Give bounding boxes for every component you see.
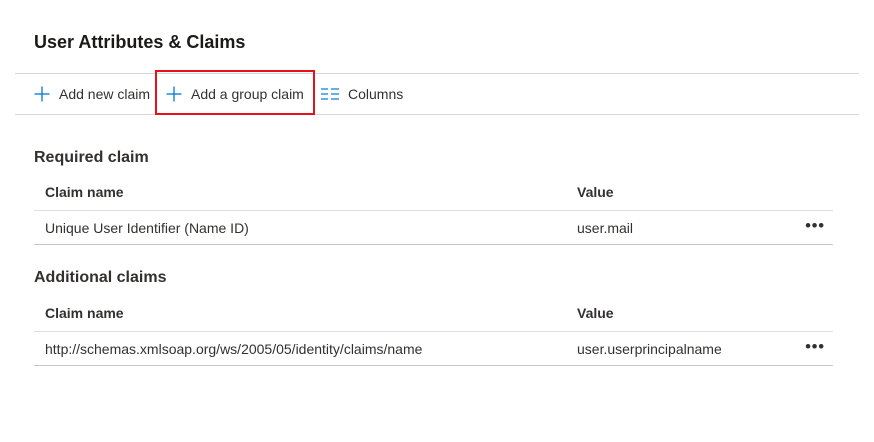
table-row[interactable]: Unique User Identifier (Name ID) user.ma… (34, 211, 833, 245)
table-header: Claim name Value (34, 174, 833, 211)
table-row[interactable]: http://schemas.xmlsoap.org/ws/2005/05/id… (34, 332, 833, 366)
required-claim-heading: Required claim (34, 149, 149, 166)
columns-icon (321, 88, 339, 100)
add-new-claim-label: Add new claim (59, 86, 151, 102)
columns-button[interactable]: Columns (321, 74, 403, 114)
more-options-icon[interactable]: ••• (805, 338, 825, 355)
add-new-claim-button[interactable]: Add new claim (34, 74, 150, 114)
column-header-value: Value (577, 305, 614, 321)
claim-value-cell: user.userprincipalname (577, 340, 722, 357)
command-bar: Add new claim Add a group claim Columns (15, 73, 859, 115)
claim-name-cell: http://schemas.xmlsoap.org/ws/2005/05/id… (45, 340, 423, 357)
add-group-claim-label: Add a group claim (191, 86, 304, 102)
plus-icon (166, 86, 182, 102)
additional-claims-heading: Additional claims (34, 269, 167, 286)
add-group-claim-button[interactable]: Add a group claim (166, 74, 304, 114)
column-header-claim-name: Claim name (45, 305, 124, 321)
claim-value-cell: user.mail (577, 219, 634, 236)
required-claims-table: Claim name Value Unique User Identifier … (34, 174, 833, 245)
columns-label: Columns (348, 86, 404, 102)
claim-name-cell: Unique User Identifier (Name ID) (45, 219, 249, 236)
plus-icon (34, 86, 50, 102)
column-header-value: Value (577, 184, 614, 200)
additional-claims-table: Claim name Value http://schemas.xmlsoap.… (34, 295, 833, 366)
column-header-claim-name: Claim name (45, 184, 124, 200)
table-header: Claim name Value (34, 295, 833, 332)
more-options-icon[interactable]: ••• (805, 217, 825, 234)
page-title: User Attributes & Claims (34, 32, 246, 52)
